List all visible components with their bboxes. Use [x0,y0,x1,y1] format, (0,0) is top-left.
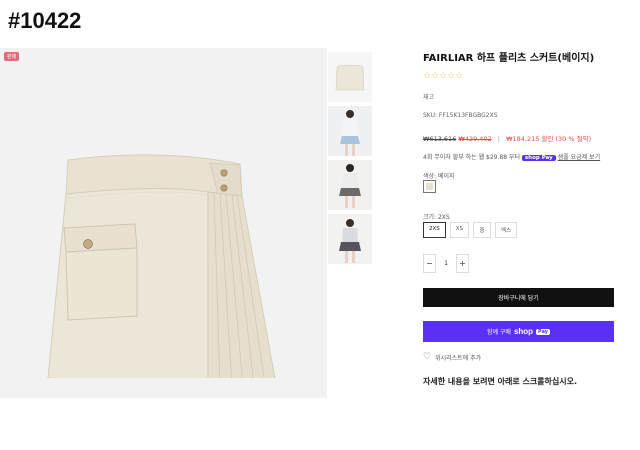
discount-label: 할인 [541,135,554,143]
thumbnail-model-3[interactable] [328,214,372,264]
size-option-m[interactable]: 중 [473,222,492,238]
quantity-value[interactable]: 1 [436,254,456,273]
quantity-decrease-button[interactable]: − [423,254,436,273]
size-option-2xs[interactable]: 2XS [423,222,446,238]
wishlist-label: 위시리스트에 추가 [435,355,482,362]
sale-badge: 판매 [4,52,20,61]
color-label: 색상: 베이지 [423,173,455,180]
product-title: FAIRLIAR 하프 플리츠 스커트(베이지) [423,53,595,64]
stock-status: 재고 [423,94,435,101]
installments-text: 4회 무이자 할부 하는 웹 $29.88 부터 [423,154,520,161]
buy-prefix: 함께 구매 [486,329,511,336]
shop-pay-logo: shop Pay [521,155,556,161]
size-option-xs[interactable]: XS [449,222,470,238]
size-label: 크기: 2XS [423,214,450,221]
discount-percent: (30 % 절약) [555,135,592,143]
page-id: #10422 [8,8,82,33]
thumbnail-model-2[interactable] [328,160,372,210]
size-options: 2XS XS 중 엑스 [423,222,518,238]
size-option-x[interactable]: 엑스 [495,222,518,238]
quantity-increase-button[interactable]: + [456,254,469,273]
price-separator: | [497,135,500,143]
price-current: ₩184,215 [506,135,540,143]
price-original: ₩613,616 [423,135,457,143]
sku-text: SKU: FF15K13FBGBG2XS [423,112,498,119]
add-to-cart-button[interactable]: 장바구니에 담기 [423,288,614,307]
quantity-stepper: − 1 + [423,254,469,273]
pay-badge: Pay [536,328,551,335]
product-main-image[interactable]: 판매 [0,48,327,398]
shop-logo: shop [513,327,534,336]
wishlist-link[interactable]: ♡ 위시리스트에 추가 [423,352,482,363]
skirt-image [47,154,276,378]
heart-icon: ♡ [423,352,432,362]
color-swatch-beige[interactable] [423,180,436,193]
thumbnail-model-1[interactable] [328,106,372,156]
rating-stars[interactable]: ☆☆☆☆☆ [423,71,463,81]
buy-with-shop-pay-button[interactable]: 함께 구매 shop Pay [423,321,614,342]
price-row: ₩613,616 ₩429,402 | ₩184,215 할인 (30 % 절약… [423,133,591,143]
swatch-fill [426,183,433,190]
installments-row: 4회 무이자 할부 하는 웹 $29.88 부터 shop Pay 샘플 요금제… [423,152,600,161]
learn-more-link[interactable]: 샘플 요금제 보기 [558,154,600,161]
price-strike: ₩429,402 [458,135,492,143]
thumbnail-skirt[interactable] [328,52,372,102]
scroll-notice: 자세한 내용을 보려면 아래로 스크롤하십시오. [423,377,578,386]
